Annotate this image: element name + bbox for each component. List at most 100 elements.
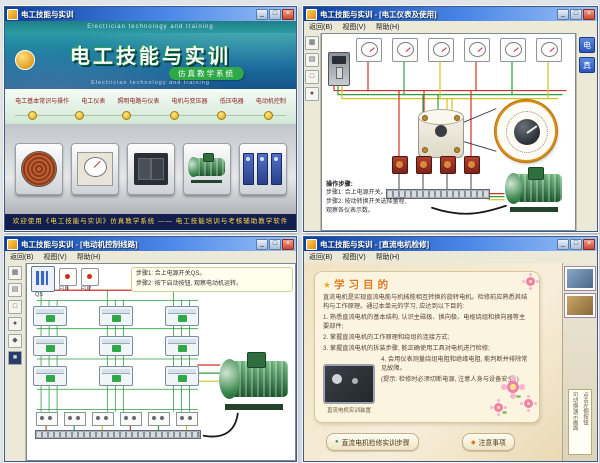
list-view-icon[interactable]: ▤ bbox=[305, 53, 319, 67]
thumbnail-demo-view[interactable] bbox=[565, 267, 595, 290]
motor[interactable] bbox=[219, 356, 289, 410]
fuse-fu1[interactable] bbox=[59, 268, 77, 286]
contactor[interactable] bbox=[33, 336, 67, 356]
current-transformer[interactable] bbox=[416, 156, 432, 174]
component-tool-icon[interactable]: ◆ bbox=[8, 334, 22, 348]
vertical-note: 点击左侧按钮 可切换演示画面 bbox=[568, 389, 592, 455]
button-station[interactable] bbox=[176, 412, 198, 426]
terminal-post bbox=[454, 115, 460, 121]
contactor[interactable] bbox=[99, 336, 133, 356]
titlebar[interactable]: 电工技能与实训 _ □ × bbox=[5, 7, 296, 21]
menu-back[interactable]: 返回(B) bbox=[304, 22, 337, 32]
titlebar[interactable]: 电工技能与实训 - [电动机控制线路] _ □ × bbox=[5, 237, 296, 251]
menu-item-motor-control[interactable]: 电动机控制 bbox=[256, 96, 286, 105]
minimize-button[interactable]: _ bbox=[557, 239, 569, 250]
menu-dot[interactable] bbox=[217, 111, 226, 120]
button-station[interactable] bbox=[64, 412, 86, 426]
menu-help[interactable]: 帮助(H) bbox=[72, 252, 106, 262]
menu-view[interactable]: 视图(V) bbox=[337, 252, 370, 262]
terminal-strip[interactable] bbox=[35, 430, 201, 439]
contactor[interactable] bbox=[33, 366, 67, 386]
menu-item-basics[interactable]: 电工基本常识与操作 bbox=[15, 96, 69, 105]
product-tile-instruments[interactable] bbox=[127, 143, 175, 195]
selector-knob[interactable] bbox=[506, 111, 548, 153]
select-tool-icon[interactable]: □ bbox=[305, 70, 319, 84]
contactor[interactable] bbox=[99, 366, 133, 386]
menu-view[interactable]: 视图(V) bbox=[337, 22, 370, 32]
close-button[interactable]: × bbox=[583, 9, 595, 20]
close-button[interactable]: × bbox=[282, 239, 294, 250]
grid-view-icon[interactable]: ▦ bbox=[305, 36, 319, 50]
current-transformer[interactable] bbox=[440, 156, 456, 174]
main-switch-qs[interactable] bbox=[31, 266, 55, 292]
contactor[interactable] bbox=[99, 306, 133, 326]
menu-item-machines[interactable]: 电机与变压器 bbox=[172, 96, 208, 105]
product-tile-contactors[interactable] bbox=[239, 143, 287, 195]
panel-meter[interactable] bbox=[500, 38, 526, 62]
menu-item-meters[interactable]: 电工仪表 bbox=[81, 96, 105, 105]
notes-button[interactable]: ◆ 注意事项 bbox=[462, 433, 515, 451]
maximize-button[interactable]: □ bbox=[570, 239, 582, 250]
button-station[interactable] bbox=[148, 412, 170, 426]
contactor[interactable] bbox=[33, 306, 67, 326]
minimize-button[interactable]: _ bbox=[557, 9, 569, 20]
button-station[interactable] bbox=[36, 412, 58, 426]
menu-help[interactable]: 帮助(H) bbox=[371, 22, 405, 32]
circuit-view-button[interactable]: 电 bbox=[579, 37, 595, 53]
menu-dot[interactable] bbox=[28, 111, 37, 120]
simulation-canvas[interactable]: 操作步骤: 步骤1: 合上电源开关。 步骤2: 按动转换开关选择量程, 观察各仪… bbox=[321, 33, 576, 231]
close-button[interactable]: × bbox=[583, 239, 595, 250]
menu-dot[interactable] bbox=[264, 111, 273, 120]
panel-meter[interactable] bbox=[464, 38, 490, 62]
thumbnail-real-view[interactable] bbox=[565, 294, 595, 317]
menu-dot[interactable] bbox=[122, 111, 131, 120]
panel-meter[interactable] bbox=[536, 38, 562, 62]
maximize-button[interactable]: □ bbox=[269, 239, 281, 250]
maximize-button[interactable]: □ bbox=[570, 9, 582, 20]
probe-tool-icon[interactable]: ● bbox=[305, 87, 319, 101]
current-transformer[interactable] bbox=[392, 156, 408, 174]
product-tile-analog-meter[interactable] bbox=[71, 143, 119, 195]
probe-tool-icon[interactable]: ● bbox=[8, 317, 22, 331]
menu-back[interactable]: 返回(B) bbox=[5, 252, 38, 262]
minimize-button[interactable]: _ bbox=[256, 239, 268, 250]
power-tool-icon[interactable]: ■ bbox=[8, 351, 22, 365]
contactor[interactable] bbox=[165, 306, 199, 326]
simulation-canvas[interactable]: QS FU1 FU2 步骤1: 合上电源开关QS。 步骤2: 按下启动按钮, 观… bbox=[26, 263, 296, 461]
power-switch[interactable] bbox=[328, 52, 350, 86]
menu-dot[interactable] bbox=[170, 111, 179, 120]
contactor[interactable] bbox=[165, 366, 199, 386]
panel-meter[interactable] bbox=[356, 38, 382, 62]
current-transformer[interactable] bbox=[464, 156, 480, 174]
motor[interactable] bbox=[505, 170, 563, 212]
menu-item-lighting[interactable]: 照明电路与仪表 bbox=[117, 96, 159, 105]
product-tile-cables[interactable] bbox=[15, 143, 63, 195]
select-tool-icon[interactable]: □ bbox=[8, 300, 22, 314]
steps-button[interactable]: ● 直流电机检修实训步骤 bbox=[326, 433, 419, 451]
grid-view-icon[interactable]: ▦ bbox=[8, 266, 22, 280]
panel-meter[interactable] bbox=[392, 38, 418, 62]
menu-back[interactable]: 返回(B) bbox=[304, 252, 337, 262]
titlebar[interactable]: 电工技能与实训 - [电工仪表及使用] _ □ × bbox=[304, 7, 597, 21]
list-view-icon[interactable]: ▤ bbox=[8, 283, 22, 297]
maximize-button[interactable]: □ bbox=[269, 9, 281, 20]
minimize-button[interactable]: _ bbox=[256, 9, 268, 20]
panel-meter[interactable] bbox=[428, 38, 454, 62]
menu-dot[interactable] bbox=[75, 111, 84, 120]
close-button[interactable]: × bbox=[282, 9, 294, 20]
contactor[interactable] bbox=[165, 336, 199, 356]
window-motor-control: 电工技能与实训 - [电动机控制线路] _ □ × 返回(B) 视图(V) 帮助… bbox=[4, 236, 297, 462]
meter-dial bbox=[361, 42, 378, 57]
fuse-fu2[interactable] bbox=[81, 268, 99, 286]
menu-help[interactable]: 帮助(H) bbox=[371, 252, 405, 262]
leaf-decoration bbox=[502, 411, 507, 414]
motor-junction-box bbox=[247, 352, 266, 368]
menu-item-lv-apparatus[interactable]: 低压电器 bbox=[220, 96, 244, 105]
button-station[interactable] bbox=[120, 412, 142, 426]
realistic-view-button[interactable]: 真 bbox=[579, 57, 595, 73]
titlebar[interactable]: 电工技能与实训 - [直流电机检修] _ □ × bbox=[304, 237, 597, 251]
button-station[interactable] bbox=[92, 412, 114, 426]
product-tile-motor[interactable] bbox=[183, 143, 231, 195]
rheostat-component[interactable] bbox=[418, 112, 464, 158]
menu-view[interactable]: 视图(V) bbox=[38, 252, 71, 262]
